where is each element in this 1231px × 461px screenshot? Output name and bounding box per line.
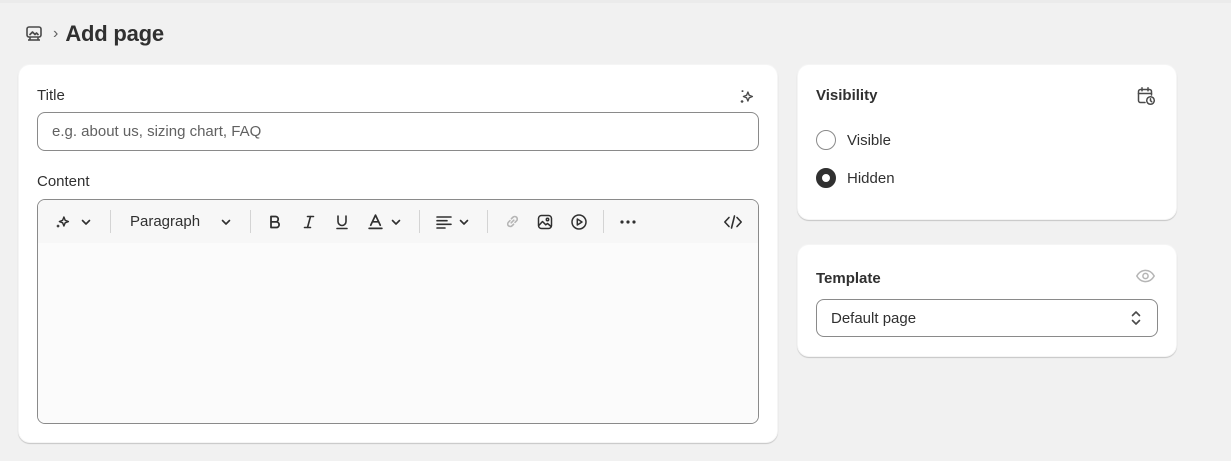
align-chevron-down-icon[interactable] (456, 200, 472, 243)
calendar-schedule-icon[interactable] (1136, 86, 1156, 106)
italic-icon[interactable] (299, 200, 319, 243)
rich-text-editor[interactable]: Paragraph (37, 199, 759, 424)
visible-radio[interactable] (816, 130, 836, 150)
chevron-down-icon[interactable] (78, 200, 94, 243)
hidden-radio-label: Hidden (847, 169, 895, 187)
template-title: Template (816, 270, 881, 287)
title-label: Title (37, 87, 65, 104)
visibility-option-hidden[interactable]: Hidden (816, 168, 895, 188)
paragraph-select[interactable]: Paragraph (130, 200, 204, 243)
eye-preview-icon[interactable] (1135, 266, 1156, 286)
select-arrows-icon (1129, 308, 1143, 328)
title-input[interactable] (37, 112, 759, 151)
editor-toolbar: Paragraph (38, 200, 758, 243)
toolbar-divider (250, 210, 251, 233)
top-strip (0, 0, 1231, 3)
page-title: Add page (65, 21, 164, 46)
code-icon[interactable] (722, 200, 744, 243)
magic-sparkle-icon[interactable] (737, 87, 757, 107)
video-icon[interactable] (569, 200, 589, 243)
template-card: Template Default page (797, 244, 1177, 357)
visibility-title: Visibility (816, 87, 878, 104)
align-icon[interactable] (434, 200, 454, 243)
editor-content-area[interactable] (38, 243, 758, 423)
toolbar-divider (487, 210, 488, 233)
content-label: Content (37, 173, 90, 190)
bold-icon[interactable] (265, 200, 285, 243)
paragraph-chevron-down-icon[interactable] (218, 200, 234, 243)
more-icon[interactable] (618, 200, 638, 243)
pages-icon[interactable] (24, 24, 44, 44)
template-select-value: Default page (831, 309, 917, 327)
visibility-option-visible[interactable]: Visible (816, 130, 891, 150)
visible-radio-label: Visible (847, 131, 891, 149)
link-icon[interactable] (502, 200, 522, 243)
breadcrumb-separator: › (53, 25, 59, 42)
toolbar-divider (419, 210, 420, 233)
visibility-card: Visibility Visible Hidden (797, 64, 1177, 220)
toolbar-divider (603, 210, 604, 233)
page-details-card: Title Content Paragraph (18, 64, 778, 443)
magic-icon[interactable] (52, 200, 74, 243)
text-color-chevron-down-icon[interactable] (388, 200, 404, 243)
text-color-icon[interactable] (365, 200, 385, 243)
template-select[interactable]: Default page (816, 299, 1158, 337)
toolbar-divider (110, 210, 111, 233)
page-header: › Add page (24, 18, 164, 50)
underline-icon[interactable] (332, 200, 352, 243)
image-icon[interactable] (535, 200, 555, 243)
hidden-radio[interactable] (816, 168, 836, 188)
